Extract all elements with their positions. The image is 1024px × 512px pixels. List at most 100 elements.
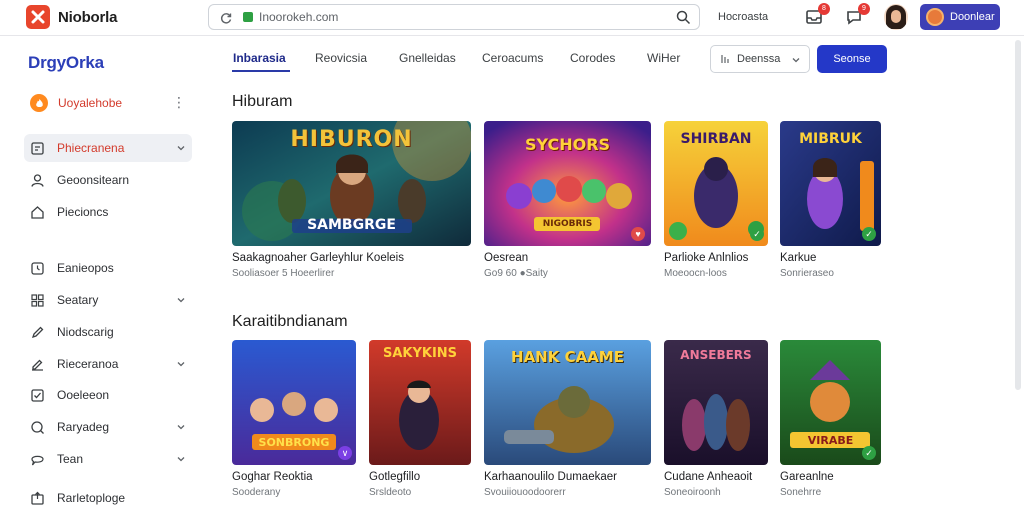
document-icon xyxy=(31,141,44,155)
address-bar[interactable]: Inoorokeh.com xyxy=(208,4,700,30)
sidebar-item-create[interactable]: Niodscarig xyxy=(24,318,192,346)
sidebar-item-label: Piecioncs xyxy=(57,205,109,219)
app-logo-icon xyxy=(26,5,50,29)
dropdown-label: Deenssa xyxy=(737,53,781,65)
game-thumbnail[interactable]: SYCHORS NIGOBRIS ♥ xyxy=(484,121,651,246)
game-subtitle: Moeoocn-loos xyxy=(664,268,727,279)
game-thumbnail[interactable]: HIBURON SAMBGRGE xyxy=(232,121,471,246)
home-icon xyxy=(31,205,44,219)
sidebar-item-marketplace[interactable]: Rarletoploge xyxy=(24,484,192,512)
header-link[interactable]: Hocroasta xyxy=(718,11,768,23)
sidebar-item-label: Uoyalehobe xyxy=(58,96,123,110)
clock-icon xyxy=(31,261,44,275)
sidebar-item-featured[interactable]: Uoyalehobe ⋮ xyxy=(24,89,192,117)
check-icon[interactable]: ✓ xyxy=(750,227,764,241)
sidebar-item-label: Niodscarig xyxy=(57,325,114,339)
help-icon xyxy=(31,420,44,434)
tab-5[interactable]: WiHer xyxy=(647,51,680,65)
thumbnail-subtitle: NIGOBRIS xyxy=(542,219,593,229)
more-options-icon[interactable]: ⋮ xyxy=(172,95,186,109)
game-thumbnail[interactable]: SAKYKINS xyxy=(369,340,471,465)
chevron-down-icon xyxy=(177,425,185,430)
tab-4[interactable]: Corodes xyxy=(570,51,615,65)
thumbnail-title: SYCHORS xyxy=(524,135,611,154)
app-brand[interactable]: Nioborla xyxy=(26,5,117,29)
game-thumbnail[interactable]: VIRABE ✓ xyxy=(780,340,881,465)
game-subtitle: Srsldeoto xyxy=(369,487,412,498)
sidebar-item-tasks[interactable]: Ooeleeon xyxy=(24,381,192,409)
sidebar-item-recent[interactable]: Eanieopos xyxy=(24,254,192,282)
chat-icon xyxy=(31,455,44,465)
game-title[interactable]: Gareanlne xyxy=(780,471,834,483)
game-thumbnail[interactable]: ANSEBERS xyxy=(664,340,768,465)
game-title[interactable]: Gotlegfillo xyxy=(369,471,420,483)
tab-1[interactable]: Reovicsia xyxy=(315,51,367,65)
sidebar-item-resources[interactable]: Rieceranoa xyxy=(24,350,192,378)
sidebar-item-active[interactable]: Phiecranena xyxy=(24,134,192,162)
thumbnail-title: SAKYKINS xyxy=(382,346,458,361)
chevron-down-icon xyxy=(177,298,185,303)
chevron-down-icon xyxy=(177,146,185,151)
sort-dropdown[interactable]: Deenssa xyxy=(710,45,810,73)
search-icon[interactable] xyxy=(676,10,691,25)
account-label: Doonlear xyxy=(950,11,995,23)
game-subtitle: Sooderany xyxy=(232,487,281,498)
heart-icon[interactable]: ♥ xyxy=(631,227,645,241)
flame-icon xyxy=(30,94,48,112)
game-subtitle: Svouiiouoodoorerr xyxy=(484,487,566,498)
messages-badge: 9 xyxy=(858,3,870,15)
sidebar-item-label: Tean xyxy=(57,452,84,466)
secure-icon xyxy=(243,12,253,22)
inbox-badge: 8 xyxy=(818,3,830,15)
game-title[interactable]: Karkue xyxy=(780,252,816,264)
game-thumbnail[interactable]: SONBRONG ∨ xyxy=(232,340,356,465)
game-subtitle: Sonehrre xyxy=(780,487,822,498)
game-title[interactable]: Oesrean xyxy=(484,252,528,264)
game-title[interactable]: Saakagnoaher Garleyhlur Koeleis xyxy=(232,252,404,264)
game-title[interactable]: Goghar Reoktia xyxy=(232,471,313,483)
tab-3[interactable]: Ceroacums xyxy=(482,51,543,65)
thumbnail-title: SHIRBAN xyxy=(680,131,752,147)
user-avatar[interactable] xyxy=(884,4,908,30)
account-button[interactable]: Doonlear xyxy=(920,4,1000,30)
edit-icon xyxy=(32,359,43,371)
sidebar-item-help[interactable]: Raryadeg xyxy=(24,413,192,441)
primary-action-button[interactable]: Seonse xyxy=(817,45,887,73)
sidebar-item-label: Rarletoploge xyxy=(57,491,126,505)
check-icon[interactable]: ✓ xyxy=(862,227,876,241)
sidebar-item-home[interactable]: Piecioncs xyxy=(24,198,192,226)
filter-icon xyxy=(721,55,729,63)
sidebar-item-label: Raryadeg xyxy=(57,420,110,434)
game-thumbnail[interactable]: HANK CAAME xyxy=(484,340,651,465)
game-thumbnail[interactable]: MIBRUK ✓ xyxy=(780,121,881,246)
game-subtitle: Soneoiroonh xyxy=(664,487,721,498)
check-icon[interactable]: ✓ xyxy=(862,446,876,460)
chevron-badge-icon[interactable]: ∨ xyxy=(338,446,352,460)
person-icon xyxy=(31,173,44,187)
game-title[interactable]: Parlioke Anlnlios xyxy=(664,252,748,264)
game-title[interactable]: Cudane Anheaoit xyxy=(664,471,752,483)
thumbnail-title: HANK CAAME xyxy=(511,348,624,366)
thumbnail-title: MIBRUK xyxy=(799,131,862,147)
page-scrollbar[interactable] xyxy=(1015,40,1021,390)
game-subtitle: Sooliasoer 5 Hoeerlirer xyxy=(232,268,335,279)
sidebar-item-label: Eanieopos xyxy=(57,261,114,275)
thumbnail-title: SONBRONG xyxy=(258,436,330,449)
url-text[interactable]: Inoorokeh.com xyxy=(259,10,338,24)
app-name: Nioborla xyxy=(58,8,118,26)
thumbnail-title: VIRABE xyxy=(807,434,854,447)
sidebar-brand[interactable]: DrgyOrka xyxy=(28,53,104,73)
refresh-icon[interactable] xyxy=(219,11,233,25)
top-bar: Nioborla Inoorokeh.com Hocroasta 8 9 Doo… xyxy=(0,0,1024,36)
tab-2[interactable]: Gnelleidas xyxy=(399,51,456,65)
sidebar-item-label: Rieceranoa xyxy=(57,357,119,371)
inbox-button[interactable]: 8 xyxy=(804,3,830,27)
sidebar-item-categories[interactable]: Seatary xyxy=(24,286,192,314)
sidebar-item-team[interactable]: Tean xyxy=(24,445,192,473)
sidebar: DrgyOrka Uoyalehobe ⋮ Phiecranena Geoons… xyxy=(0,37,208,512)
game-title[interactable]: Karhaanoulilo Dumaekaer xyxy=(484,471,617,483)
game-thumbnail[interactable]: SHIRBAN ✓ xyxy=(664,121,768,246)
tab-0[interactable]: Inbarasia xyxy=(233,51,286,65)
messages-button[interactable]: 9 xyxy=(844,3,870,27)
sidebar-item-people[interactable]: Geoonsitearn xyxy=(24,166,192,194)
